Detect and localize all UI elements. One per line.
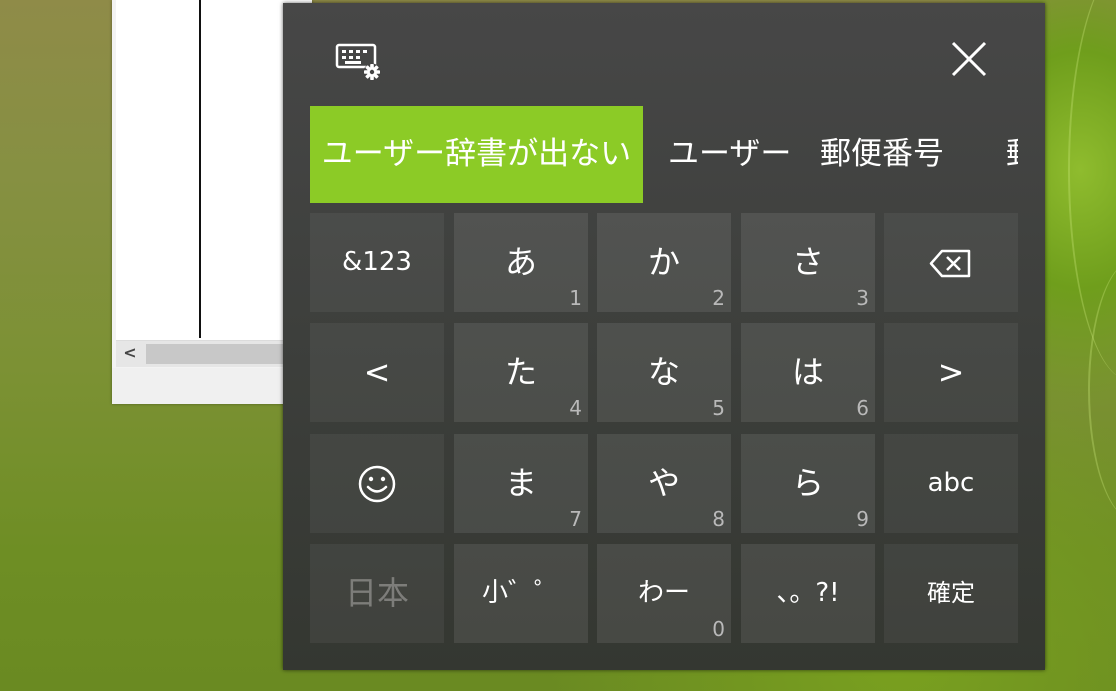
key-ta[interactable]: た 4 xyxy=(454,323,588,422)
key-label: < xyxy=(363,353,391,391)
key-number: 8 xyxy=(712,507,725,531)
key-label: ら xyxy=(791,464,824,502)
key-ha[interactable]: は 6 xyxy=(741,323,875,422)
key-label: ま xyxy=(504,464,537,502)
key-ra[interactable]: ら 9 xyxy=(741,434,875,533)
key-a[interactable]: あ 1 xyxy=(454,213,588,312)
keyboard-settings-button[interactable] xyxy=(331,39,387,83)
language-key[interactable]: 日本 xyxy=(310,544,444,643)
text-cursor-line xyxy=(199,0,201,338)
key-ma[interactable]: ま 7 xyxy=(454,434,588,533)
key-number: 6 xyxy=(856,396,869,420)
desktop: < ユーザー辞書が出ない ユーザー 郵便番号 &123 あ 1 か 2 さ 3 … xyxy=(0,0,1116,691)
key-label: か xyxy=(647,243,680,281)
backspace-key[interactable] xyxy=(884,213,1018,312)
status-bar xyxy=(112,368,312,404)
key-label: た xyxy=(504,353,537,391)
cursor-right-key[interactable]: > xyxy=(884,323,1018,422)
key-label: 日本 xyxy=(344,574,409,612)
candidate-item[interactable]: 郵便番号 xyxy=(820,106,944,203)
keyboard-settings-icon xyxy=(335,43,381,81)
key-number: 3 xyxy=(856,286,869,310)
small-dakuten-key[interactable]: 小゛゜ xyxy=(454,544,588,643)
key-label: わー xyxy=(637,578,690,608)
candidate-item[interactable]: ユーザー xyxy=(668,106,791,203)
emoji-icon xyxy=(358,465,396,503)
key-na[interactable]: な 5 xyxy=(597,323,731,422)
key-label: 小゛゜ xyxy=(481,578,560,608)
key-number: 4 xyxy=(569,396,582,420)
emoji-key[interactable] xyxy=(310,434,444,533)
cursor-left-key[interactable]: < xyxy=(310,323,444,422)
candidate-selected[interactable]: ユーザー辞書が出ない xyxy=(310,106,643,203)
backspace-icon xyxy=(929,249,971,278)
punctuation-key[interactable]: 、。?! xyxy=(741,544,875,643)
key-label: abc xyxy=(927,468,975,498)
key-label: や xyxy=(647,464,680,502)
confirm-key[interactable]: 確定 xyxy=(884,544,1018,643)
key-label: さ xyxy=(791,243,824,281)
key-label: 、。?! xyxy=(776,578,840,608)
key-label: あ xyxy=(504,243,537,281)
key-number: 0 xyxy=(712,617,725,641)
key-label: &123 xyxy=(342,247,412,277)
symbols-key[interactable]: &123 xyxy=(310,213,444,312)
key-label: な xyxy=(647,353,680,391)
touch-keyboard: ユーザー辞書が出ない ユーザー 郵便番号 郵 &123 あ 1 か 2 さ 3 xyxy=(283,3,1045,670)
abc-key[interactable]: abc xyxy=(884,434,1018,533)
key-wa[interactable]: わー 0 xyxy=(597,544,731,643)
close-icon xyxy=(951,41,987,77)
key-number: 2 xyxy=(712,286,725,310)
key-number: 1 xyxy=(569,286,582,310)
key-sa[interactable]: さ 3 xyxy=(741,213,875,312)
scroll-left-button[interactable]: < xyxy=(116,341,144,367)
key-number: 9 xyxy=(856,507,869,531)
key-label: は xyxy=(791,353,824,391)
candidate-item[interactable]: 郵 xyxy=(1006,106,1018,203)
key-number: 7 xyxy=(569,507,582,531)
close-button[interactable] xyxy=(943,33,995,85)
key-ya[interactable]: や 8 xyxy=(597,434,731,533)
key-label: 確定 xyxy=(927,579,975,607)
background-window: < xyxy=(112,0,314,404)
key-ka[interactable]: か 2 xyxy=(597,213,731,312)
key-label: > xyxy=(937,353,965,391)
candidate-bar: ユーザー辞書が出ない ユーザー 郵便番号 郵 xyxy=(310,106,1018,203)
key-number: 5 xyxy=(712,396,725,420)
